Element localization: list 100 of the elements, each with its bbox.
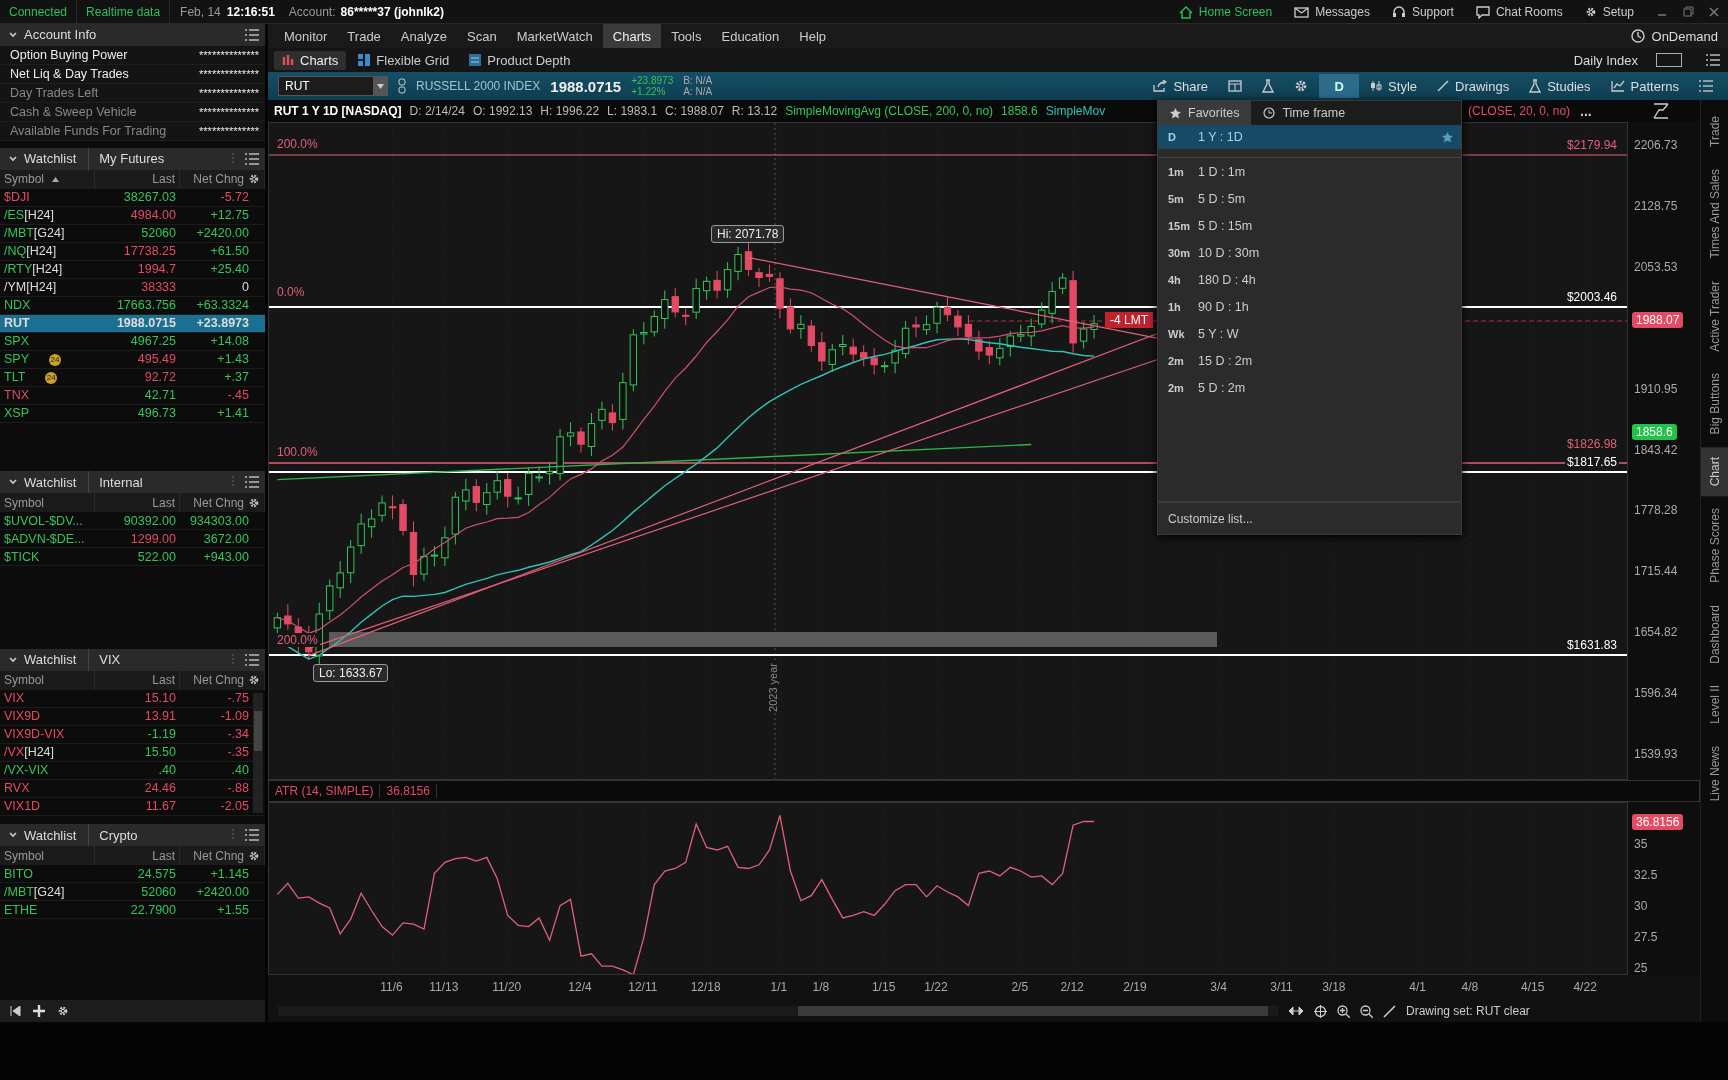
settings-icon[interactable]	[248, 674, 260, 687]
watchlist-row[interactable]: $UVOL-$DV... 90392.00 934303.00	[0, 512, 265, 531]
column-header[interactable]: Symbol	[0, 846, 95, 866]
menu-tab[interactable]: Trade	[337, 24, 391, 48]
share-button[interactable]: Share	[1144, 74, 1218, 98]
zoom-out-icon[interactable]	[1360, 1004, 1373, 1018]
column-header[interactable]: Last	[95, 493, 180, 513]
account-field-label[interactable]: Option Buying Power	[10, 47, 128, 62]
side-tab[interactable]: Trade	[1701, 106, 1728, 157]
column-header[interactable]: Net Chng	[180, 846, 265, 866]
watchlist-row[interactable]: ETHE 22.7900 +1.55	[0, 901, 265, 920]
watchlist-row[interactable]: TLT 24 92.72 +.37	[0, 368, 265, 387]
menu-tab[interactable]: Charts	[602, 24, 662, 48]
column-header[interactable]: Last	[95, 846, 180, 866]
close-icon[interactable]	[1708, 6, 1720, 18]
watchlist-row[interactable]: $ADVN-$DE... 1299.00 3672.00	[0, 530, 265, 549]
column-header[interactable]: Symbol	[0, 493, 95, 513]
studies-button[interactable]: Studies	[1520, 74, 1600, 98]
menu-tab[interactable]: Analyze	[390, 24, 458, 48]
ondemand-button[interactable]: OnDemand	[1629, 28, 1728, 44]
watchlist-row[interactable]: /MBT[G24] 52060 +2420.00	[0, 883, 265, 902]
crosshair-icon[interactable]	[1314, 1004, 1327, 1018]
side-tab[interactable]: Live News	[1701, 736, 1728, 812]
menu-tab[interactable]: Education	[711, 24, 790, 48]
chart-mode-tab[interactable]: Charts	[274, 50, 347, 70]
timeframe-option[interactable]: 15m 5 D : 15m	[1158, 212, 1461, 239]
arrows-icon[interactable]	[1288, 1006, 1304, 1016]
customize-list-link[interactable]: Customize list...	[1158, 501, 1461, 534]
menu-tab[interactable]: Favorites	[1158, 101, 1252, 125]
chart-mode-tab[interactable]: Flexible Grid	[350, 50, 458, 70]
watchlist-row[interactable]: TNX 42.71 -.45	[0, 386, 265, 405]
timeframe-option[interactable]: D 1 Y : 1D	[1158, 125, 1461, 149]
scrollbar[interactable]	[253, 692, 263, 813]
horizontal-scrollbar[interactable]	[278, 1006, 1278, 1016]
menu-tab[interactable]: Monitor	[274, 24, 338, 48]
menu-tab[interactable]: Tools	[661, 24, 712, 48]
chevron-icon[interactable]	[8, 153, 18, 164]
side-tab[interactable]: Level II	[1701, 675, 1728, 735]
empty-swatch[interactable]	[1656, 53, 1682, 67]
side-tab[interactable]: Times And Sales	[1701, 158, 1728, 269]
link-icon[interactable]	[398, 78, 406, 94]
support-link[interactable]: Support	[1383, 5, 1462, 19]
order-badge[interactable]: -4 LMT	[1105, 312, 1153, 328]
column-header[interactable]: Last	[95, 169, 180, 189]
watchlist-row[interactable]: SPX 4967.25 +14.08	[0, 332, 265, 351]
menu-icon[interactable]	[245, 152, 259, 165]
timeframe-option[interactable]: Wk 5 Y : W	[1158, 320, 1461, 347]
star-icon[interactable]	[1442, 131, 1453, 143]
timeframe-option[interactable]: 5m 5 D : 5m	[1158, 185, 1461, 212]
watchlist-row[interactable]: $DJI 38267.03 -5.72	[0, 188, 265, 207]
menu-icon[interactable]	[1706, 54, 1720, 66]
chart-style-icon[interactable]	[1653, 103, 1669, 119]
watchlist-row[interactable]: /MBT[G24] 52060 +2420.00	[0, 224, 265, 243]
menu-icon[interactable]	[245, 829, 259, 842]
drawing-set-label[interactable]: Drawing set: RUT clear	[1406, 1004, 1530, 1018]
watchlist-row[interactable]: /ES[H24] 4984.00 +12.75	[0, 206, 265, 225]
timeframe-option[interactable]: 1h 90 D : 1h	[1158, 293, 1461, 320]
patterns-button[interactable]: Patterns	[1601, 74, 1688, 98]
trend-line[interactable]	[747, 256, 1158, 339]
menu-icon[interactable]	[245, 653, 259, 666]
watchlist-row[interactable]: $TICK 522.00 +943.00	[0, 548, 265, 567]
menu-icon[interactable]	[245, 28, 259, 41]
settings-icon[interactable]	[248, 849, 260, 862]
menu-tab[interactable]: Scan	[457, 24, 507, 48]
watchlist-row[interactable]: BITO 24.575 +1.145	[0, 865, 265, 884]
chat-rooms-link[interactable]: Chat Rooms	[1467, 5, 1571, 19]
settings-icon[interactable]	[57, 1005, 69, 1017]
column-header[interactable]: Net Chng	[180, 670, 265, 690]
watchlist-row[interactable]: /NQ[H24] 17738.25 +61.50	[0, 242, 265, 261]
plus-icon[interactable]	[33, 1005, 45, 1017]
symbol-field[interactable]: RUT	[278, 76, 388, 96]
restore-icon[interactable]	[1682, 6, 1694, 18]
column-header[interactable]: Net Chng	[180, 493, 265, 513]
side-tab[interactable]: Big Buttons	[1701, 363, 1728, 445]
messages-link[interactable]: Messages	[1286, 5, 1378, 19]
menu-icon[interactable]	[245, 476, 259, 489]
side-tab[interactable]: Chart	[1701, 446, 1728, 496]
menu-tab[interactable]: MarketWatch	[506, 24, 603, 48]
drawings-button[interactable]: Drawings	[1428, 74, 1519, 98]
watchlist-row[interactable]: SPY 24 495.49 +1.43	[0, 350, 265, 369]
watchlist-name-dropdown[interactable]: My Futures	[88, 147, 165, 170]
side-tab[interactable]: Phase Scores	[1701, 497, 1728, 593]
menu-tab[interactable]: Time frame	[1251, 101, 1358, 125]
timeframe-option[interactable]: 4h 180 D : 4h	[1158, 266, 1461, 293]
timeframe-option[interactable]: 30m 10 D : 30m	[1158, 239, 1461, 266]
skip-back-icon[interactable]	[10, 1006, 21, 1016]
watchlist-row[interactable]: NDX 17663.756 +63.3324	[0, 296, 265, 315]
setup-link[interactable]: Setup	[1576, 5, 1642, 19]
timeframe-option[interactable]: 2m 5 D : 2m	[1158, 374, 1461, 401]
column-header[interactable]: Symbol	[0, 169, 95, 189]
side-tab[interactable]: Active Trader	[1701, 270, 1728, 362]
account-field-label[interactable]: Net Liq & Day Trades	[10, 66, 129, 81]
chart-mode-tab[interactable]: Product Depth	[461, 50, 579, 70]
account-number[interactable]: 86*****37 (johnlk2)	[340, 5, 444, 19]
home-screen-link[interactable]: Home Screen	[1170, 5, 1281, 19]
timeframe-button[interactable]: D	[1319, 74, 1360, 98]
column-header[interactable]: Symbol	[0, 670, 95, 690]
settings-icon[interactable]	[248, 173, 260, 186]
watchlist-row[interactable]: /YM[H24] 38333 0	[0, 278, 265, 297]
pencil-icon[interactable]	[1383, 1004, 1396, 1018]
